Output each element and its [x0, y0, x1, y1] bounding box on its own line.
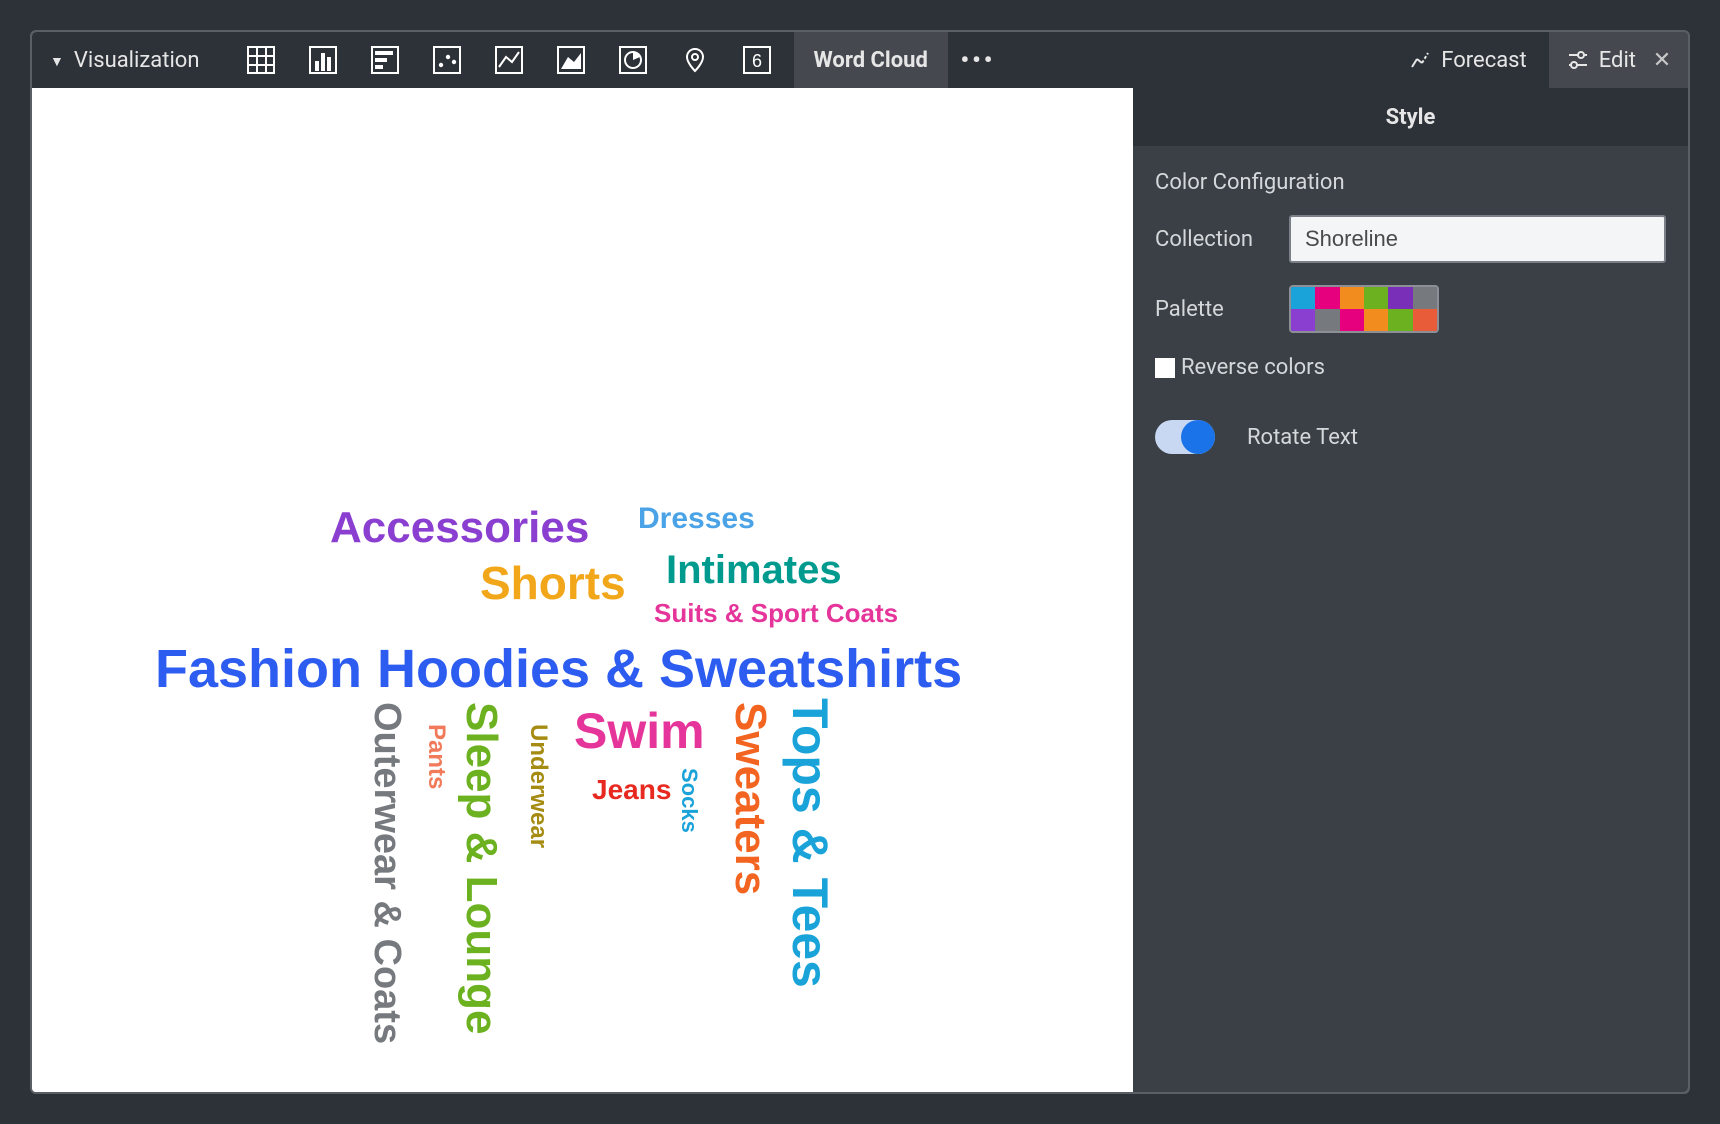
collection-select[interactable]	[1289, 215, 1666, 263]
forecast-button[interactable]: Forecast	[1387, 32, 1548, 88]
area-chart-icon[interactable]	[542, 32, 600, 88]
collection-label: Collection	[1155, 227, 1275, 252]
palette-swatch	[1388, 287, 1412, 309]
palette-select[interactable]	[1289, 285, 1439, 333]
toolbar-spacer	[1008, 32, 1387, 88]
reverse-colors-checkbox[interactable]	[1155, 358, 1175, 378]
palette-swatch	[1315, 287, 1339, 309]
word-cloud-word[interactable]: Sweaters	[728, 702, 772, 895]
word-cloud-word[interactable]: Swim	[574, 706, 705, 756]
word-cloud-word[interactable]: Intimates	[666, 550, 842, 590]
edit-button[interactable]: Edit ✕	[1549, 32, 1688, 88]
reverse-colors-row[interactable]: Reverse colors	[1155, 355, 1666, 380]
toggle-knob	[1181, 420, 1215, 454]
tab-word-cloud-label: Word Cloud	[814, 48, 928, 73]
word-cloud-word[interactable]: Pants	[424, 724, 448, 789]
chart-type-icon-strip: 6	[224, 32, 794, 88]
palette-swatch	[1413, 287, 1437, 309]
rotate-text-row: Rotate Text	[1155, 420, 1666, 454]
column-chart-icon[interactable]	[294, 32, 352, 88]
reverse-colors-label: Reverse colors	[1181, 355, 1325, 380]
panel-tab-label: Style	[1386, 105, 1436, 130]
pie-chart-icon[interactable]	[604, 32, 662, 88]
style-panel: Style Color Configuration Collection Pal…	[1133, 88, 1688, 1092]
word-cloud-word[interactable]: Tops & Tees	[785, 698, 835, 988]
word-cloud-word[interactable]: Fashion Hoodies & Sweatshirts	[155, 642, 962, 696]
forecast-icon	[1409, 49, 1431, 71]
palette-swatch	[1291, 309, 1315, 331]
panel-tab-style[interactable]: Style	[1133, 88, 1688, 146]
color-config-heading: Color Configuration	[1155, 170, 1666, 195]
word-cloud-word[interactable]: Sleep & Lounge	[459, 702, 503, 1034]
palette-swatch	[1315, 309, 1339, 331]
top-toolbar: ▼ Visualization	[32, 32, 1688, 88]
word-cloud-word[interactable]: Suits & Sport Coats	[654, 600, 898, 626]
palette-swatch	[1364, 287, 1388, 309]
scatter-chart-icon[interactable]	[418, 32, 476, 88]
app-window: ▼ Visualization	[30, 30, 1690, 1094]
palette-label: Palette	[1155, 297, 1275, 322]
word-cloud-word[interactable]: Socks	[678, 768, 700, 833]
more-visualizations-button[interactable]: •••	[948, 32, 1008, 88]
visualization-dropdown[interactable]: ▼ Visualization	[32, 32, 224, 88]
visualization-label: Visualization	[74, 48, 200, 73]
bar-chart-icon[interactable]	[356, 32, 414, 88]
word-cloud-canvas: Accessories Dresses Shorts Intimates Suits &…	[32, 88, 1133, 1092]
palette-swatch	[1340, 309, 1364, 331]
palette-swatch	[1291, 287, 1315, 309]
panel-content: Color Configuration Collection Palette R…	[1133, 146, 1688, 478]
caret-down-icon: ▼	[50, 53, 64, 70]
word-cloud-word[interactable]: Dresses	[638, 504, 755, 534]
palette-row: Palette	[1155, 285, 1666, 333]
word-cloud-word[interactable]: Accessories	[330, 506, 589, 550]
close-panel-button[interactable]: ✕	[1646, 48, 1678, 73]
line-chart-icon[interactable]	[480, 32, 538, 88]
word-cloud-word[interactable]: Shorts	[480, 560, 626, 606]
single-value-icon[interactable]: 6	[728, 32, 786, 88]
palette-swatch	[1413, 309, 1437, 331]
palette-swatch	[1388, 309, 1412, 331]
table-icon[interactable]	[232, 32, 290, 88]
rotate-text-toggle[interactable]	[1155, 420, 1215, 454]
map-pin-icon[interactable]	[666, 32, 724, 88]
collection-row: Collection	[1155, 215, 1666, 263]
ellipsis-icon: •••	[960, 46, 995, 74]
word-cloud-word[interactable]: Underwear	[526, 724, 550, 848]
body-row: Accessories Dresses Shorts Intimates Suits &…	[32, 88, 1688, 1092]
palette-swatch	[1340, 287, 1364, 309]
svg-text:6: 6	[751, 51, 761, 71]
word-cloud-word[interactable]: Jeans	[592, 776, 671, 804]
palette-swatch	[1364, 309, 1388, 331]
forecast-label: Forecast	[1441, 48, 1526, 73]
rotate-text-label: Rotate Text	[1247, 425, 1358, 450]
sliders-icon	[1567, 49, 1589, 71]
edit-label: Edit	[1599, 48, 1636, 73]
word-cloud-word[interactable]: Outerwear & Coats	[368, 702, 406, 1044]
tab-word-cloud[interactable]: Word Cloud	[794, 32, 948, 88]
